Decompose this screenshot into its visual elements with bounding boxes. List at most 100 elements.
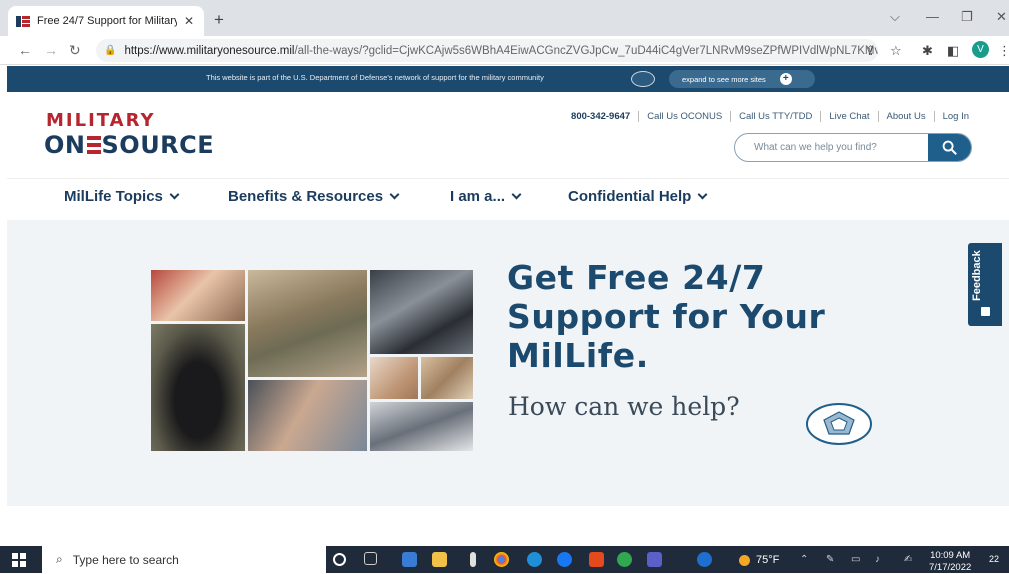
live-chat-link[interactable]: Live Chat — [829, 111, 869, 122]
utility-links: 800-342-9647 Call Us OCONUS Call Us TTY/… — [571, 111, 969, 122]
app-icon[interactable] — [470, 552, 476, 567]
dod-seal-icon — [631, 71, 655, 87]
nav-item-label: I am a... — [450, 188, 506, 205]
minimize-icon[interactable]: — — [926, 9, 939, 24]
divider — [877, 111, 879, 122]
reload-icon[interactable]: ↻ — [69, 42, 81, 59]
notification-count[interactable]: 22 — [989, 554, 999, 564]
logo-on-text: ON — [44, 131, 86, 159]
windows-taskbar: ⌕ Type here to search 75°F ⌃ ✎ ▭ ♪ ✍ 10:… — [0, 546, 1009, 573]
store-icon[interactable] — [402, 552, 417, 567]
edge-icon[interactable] — [527, 552, 542, 567]
cortana-icon[interactable] — [333, 553, 346, 566]
site-search — [734, 133, 972, 162]
new-tab-icon[interactable]: + — [214, 10, 224, 30]
volume-icon[interactable]: ♪ — [875, 554, 880, 565]
feedback-label: Feedback — [971, 250, 983, 301]
profile-avatar[interactable]: V — [972, 41, 989, 58]
side-panel-icon[interactable]: ◧ — [947, 43, 959, 59]
pen-icon[interactable]: ✎ — [826, 554, 834, 565]
photo-calculator — [370, 402, 473, 451]
task-view-icon[interactable] — [364, 552, 377, 565]
facebook-icon[interactable] — [557, 552, 572, 567]
teams-icon[interactable] — [647, 552, 662, 567]
tab-title: Free 24/7 Support for Military Li — [37, 15, 177, 27]
tab-search-chevron-icon[interactable]: ⌵ — [890, 9, 900, 25]
nav-benefits-resources[interactable]: Benefits & Resources — [228, 188, 400, 205]
nav-confidential-help[interactable]: Confidential Help — [568, 188, 708, 205]
hero-photo-collage — [151, 270, 473, 451]
photo-military-family — [248, 270, 367, 377]
expand-sites-label: expand to see more sites — [682, 74, 766, 84]
office-icon[interactable] — [589, 552, 604, 567]
logo-onesource[interactable]: ON SOURCE — [44, 131, 214, 159]
bookmark-star-icon[interactable]: ☆ — [890, 43, 902, 59]
taskbar-search-placeholder: Type here to search — [72, 552, 179, 567]
search-icon — [942, 140, 957, 155]
expand-sites-button[interactable]: expand to see more sites + — [669, 70, 815, 88]
flag-stripes-icon — [86, 136, 101, 154]
photo-hands — [370, 357, 418, 399]
hero-subtitle: How can we help? — [508, 392, 740, 421]
divider — [933, 111, 935, 122]
chrome-icon[interactable] — [494, 552, 509, 567]
chevron-down-icon — [511, 189, 522, 199]
logo-source-text: SOURCE — [101, 131, 215, 159]
url-host: https://www.militaryonesource.mil — [124, 44, 295, 57]
plus-icon: + — [779, 73, 792, 85]
photo-office — [421, 357, 473, 399]
photo-family-kiss — [248, 380, 367, 451]
main-navigation: MilLife Topics Benefits & Resources I am… — [7, 178, 1009, 218]
search-button[interactable] — [928, 134, 971, 161]
call-oconus-link[interactable]: Call Us OCONUS — [647, 111, 722, 122]
browser-menu-icon[interactable]: ⋮ — [998, 43, 1009, 59]
share-icon[interactable]: ⇪ — [865, 43, 876, 59]
logo-military-text[interactable]: MILITARY — [46, 110, 156, 131]
hero-title: Get Free 24/7 Support for Your MilLife. — [507, 258, 826, 375]
nav-item-label: Confidential Help — [568, 188, 692, 205]
divider — [730, 111, 732, 122]
site-favicon-icon — [16, 15, 30, 27]
photo-women-talking — [151, 270, 245, 321]
pentagon-seal-icon — [806, 403, 872, 445]
divider — [820, 111, 822, 122]
search-input[interactable] — [735, 134, 929, 161]
search-icon: ⌕ — [56, 552, 63, 566]
windows-start-icon[interactable] — [12, 553, 26, 567]
browser-tab[interactable]: Free 24/7 Support for Military Li ✕ — [8, 6, 204, 36]
chevron-down-icon — [169, 189, 180, 199]
taskbar-clock[interactable]: 10:09 AM 7/17/2022 — [929, 550, 971, 574]
feedback-note-icon — [981, 307, 990, 316]
nav-item-label: Benefits & Resources — [228, 188, 384, 205]
help-icon[interactable] — [697, 552, 712, 567]
call-tty-link[interactable]: Call Us TTY/TDD — [739, 111, 812, 122]
clock-time: 10:09 AM — [930, 550, 971, 561]
taskbar-search-box[interactable]: ⌕ Type here to search — [42, 546, 326, 573]
back-arrow-icon[interactable]: ← — [18, 42, 32, 58]
address-bar[interactable]: 🔒 https://www.militaryonesource.mil /all… — [96, 39, 878, 62]
edge-dev-icon[interactable] — [617, 552, 632, 567]
forward-arrow-icon[interactable]: → — [44, 42, 58, 58]
weather-widget[interactable]: 75°F — [739, 554, 779, 566]
file-explorer-icon[interactable] — [432, 552, 447, 567]
chevron-down-icon — [389, 189, 400, 199]
nav-millife-topics[interactable]: MilLife Topics — [64, 188, 180, 205]
clock-date: 7/17/2022 — [929, 562, 972, 573]
phone-number-link[interactable]: 800-342-9647 — [571, 111, 630, 122]
browser-toolbar: ← → ↻ 🔒 https://www.militaryonesource.mi… — [0, 36, 1009, 65]
sun-icon — [739, 554, 750, 566]
restore-window-icon[interactable]: ❐ — [961, 9, 973, 25]
pen-workspace-icon[interactable]: ✍ — [904, 554, 912, 565]
browser-tab-strip: Free 24/7 Support for Military Li ✕ + ⌵ … — [0, 0, 1009, 36]
tray-chevron-icon[interactable]: ⌃ — [800, 554, 808, 565]
network-icon[interactable]: ▭ — [851, 554, 860, 565]
log-in-link[interactable]: Log In — [943, 111, 969, 122]
about-us-link[interactable]: About Us — [887, 111, 926, 122]
lock-icon: 🔒 — [104, 45, 117, 56]
extensions-puzzle-icon[interactable]: ✱ — [922, 43, 933, 59]
nav-i-am-a[interactable]: I am a... — [450, 188, 522, 205]
close-tab-icon[interactable]: ✕ — [184, 14, 194, 28]
photo-black-cat — [151, 324, 245, 451]
photo-mechanic-engine — [370, 270, 473, 354]
close-window-icon[interactable]: ✕ — [996, 9, 1007, 25]
